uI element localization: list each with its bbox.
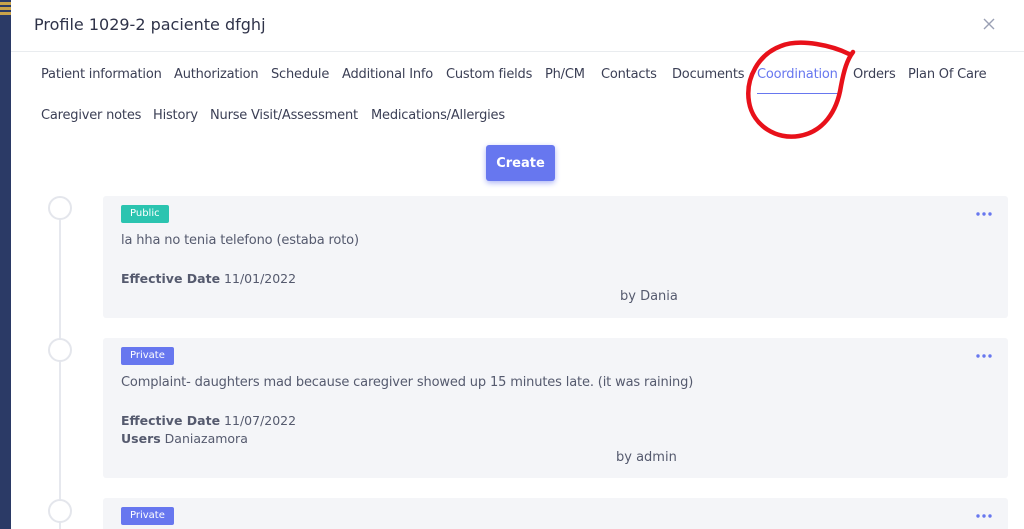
more-options-icon[interactable] (976, 514, 992, 518)
profile-modal: Profile 1029-2 paciente dfghj Patient in… (11, 0, 1024, 529)
create-button[interactable]: Create (486, 145, 555, 181)
tab-custom-fields[interactable]: Custom fields (446, 67, 532, 82)
users-label: Users (121, 431, 161, 446)
timeline-dot (48, 338, 72, 362)
tab-schedule[interactable]: Schedule (271, 67, 329, 82)
modal-header: Profile 1029-2 paciente dfghj (11, 0, 1024, 52)
tab-contacts[interactable]: Contacts (601, 67, 657, 82)
more-options-icon[interactable] (976, 212, 992, 216)
active-tab-indicator (757, 93, 839, 94)
users-row: Users Daniazamora (121, 431, 248, 446)
tab-authorization[interactable]: Authorization (174, 67, 259, 82)
close-icon[interactable] (981, 16, 997, 32)
tab-coordination[interactable]: Coordination (757, 67, 838, 82)
tab-patient-information[interactable]: Patient information (41, 67, 162, 82)
tab-nurse-visit-assessment[interactable]: Nurse Visit/Assessment (210, 108, 358, 123)
tab-history[interactable]: History (153, 108, 198, 123)
users-value: Daniazamora (164, 431, 248, 446)
effective-date-label: Effective Date (121, 271, 221, 286)
tab-orders[interactable]: Orders (853, 67, 896, 82)
effective-date-row: Effective Date 11/07/2022 (121, 413, 296, 428)
timeline-dot (48, 499, 72, 523)
tab-caregiver-notes[interactable]: Caregiver notes (41, 108, 141, 123)
visibility-badge: Public (121, 205, 169, 223)
note-author: by Dania (620, 289, 678, 304)
visibility-badge: Private (121, 347, 174, 365)
note-author: by admin (616, 450, 677, 465)
effective-date-label: Effective Date (121, 413, 221, 428)
effective-date-value: 11/01/2022 (224, 271, 297, 286)
note-text: la hha no tenia telefono (estaba roto) (121, 233, 359, 248)
coordination-note-card: Private (103, 498, 1008, 529)
tab-documents[interactable]: Documents (672, 67, 745, 82)
more-options-icon[interactable] (976, 354, 992, 358)
coordination-note-card: Private Complaint- daughters mad because… (103, 338, 1008, 478)
tab-medications-allergies[interactable]: Medications/Allergies (371, 108, 505, 123)
modal-title: Profile 1029-2 paciente dfghj (34, 15, 266, 34)
visibility-badge: Private (121, 507, 174, 525)
background-sidebar-strip (0, 0, 11, 529)
note-text: Complaint- daughters mad because caregiv… (121, 375, 694, 390)
timeline-dot (48, 196, 72, 220)
effective-date-value: 11/07/2022 (224, 413, 297, 428)
timeline-line (59, 216, 61, 529)
tab-ph-cm[interactable]: Ph/CM (545, 67, 585, 82)
tab-additional-info[interactable]: Additional Info (342, 67, 433, 82)
tab-plan-of-care[interactable]: Plan Of Care (908, 67, 987, 82)
effective-date-row: Effective Date 11/01/2022 (121, 271, 296, 286)
coordination-note-card: Public la hha no tenia telefono (estaba … (103, 196, 1008, 318)
